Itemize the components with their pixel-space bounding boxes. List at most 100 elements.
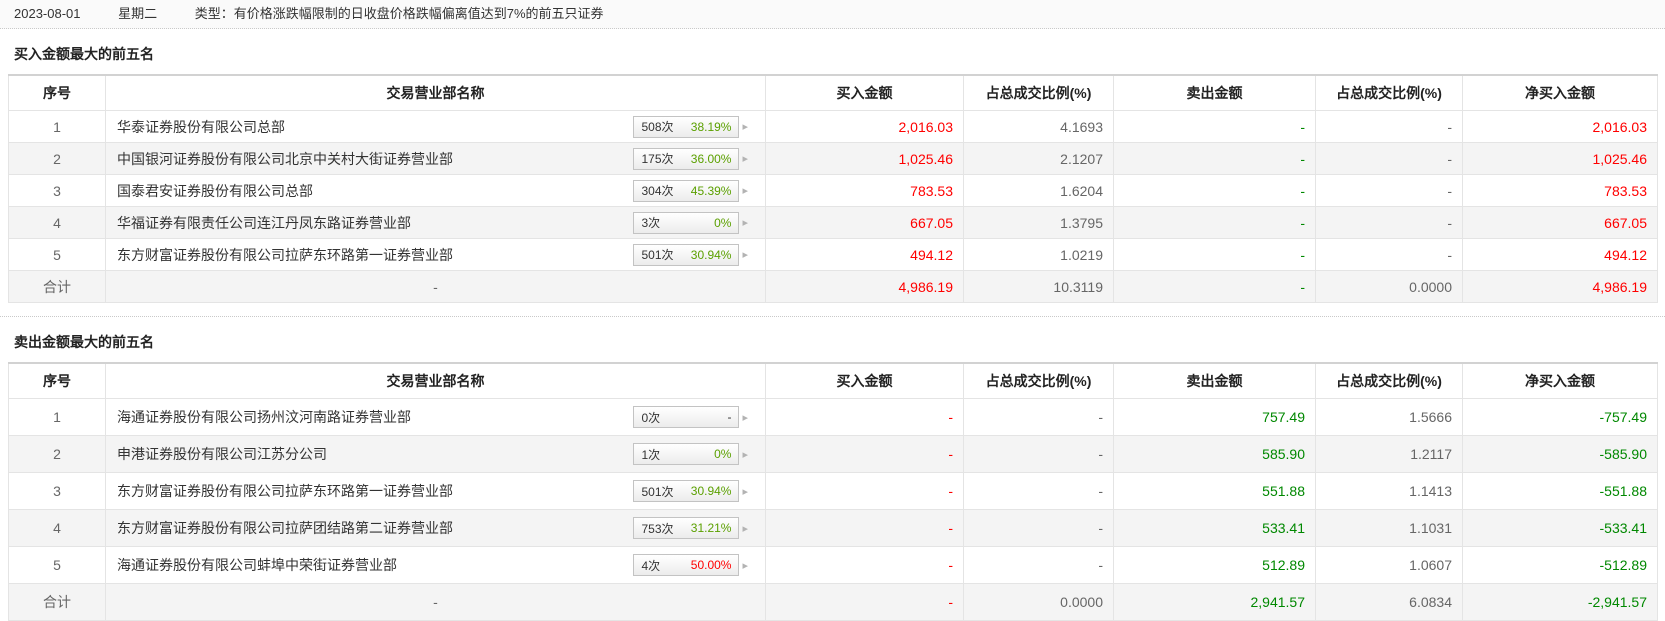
branch-name: 国泰君安证券股份有限公司总部 [117, 181, 313, 201]
branch-cell: 中国银河证券股份有限公司北京中关村大街证券营业部 175次36.00%▸ [106, 143, 766, 175]
buy-ratio-cell: 1.3795 [964, 207, 1114, 239]
trade-count-badge[interactable]: 508次38.19% [633, 116, 739, 138]
net-buy-cell: 494.12 [1463, 239, 1658, 271]
header-sell-amount: 卖出金额 [1114, 75, 1316, 111]
branch-cell: - [106, 271, 766, 303]
chevron-right-icon: ▸ [742, 248, 748, 261]
sell-amount-cell: 757.49 [1114, 399, 1316, 436]
net-buy-cell: 667.05 [1463, 207, 1658, 239]
lhb-page: 2023-08-01 星期二 类型：有价格涨跌幅限制的日收盘价格跌幅偏离值达到7… [0, 0, 1665, 621]
chevron-right-icon: ▸ [742, 152, 748, 165]
buy-top5-table: 序号 交易营业部名称 买入金额 占总成交比例(%) 卖出金额 占总成交比例(%)… [8, 74, 1658, 303]
sell-ratio-cell: 0.0000 [1316, 271, 1463, 303]
total-row: 合计 - 4,986.19 10.3119 - 0.0000 4,986.19 [9, 271, 1658, 303]
sell-amount-cell: 533.41 [1114, 510, 1316, 547]
header-sell-ratio: 占总成交比例(%) [1316, 363, 1463, 399]
sell-amount-cell: - [1114, 239, 1316, 271]
sell-ratio-cell: - [1316, 239, 1463, 271]
table-row: 3 东方财富证券股份有限公司拉萨东环路第一证券营业部 501次30.94%▸ -… [9, 473, 1658, 510]
branch-name: 东方财富证券股份有限公司拉萨团结路第二证券营业部 [117, 518, 453, 538]
sell-ratio-cell: - [1316, 175, 1463, 207]
trade-count-badge[interactable]: 3次0% [633, 212, 739, 234]
buy-amount-cell: - [766, 436, 964, 473]
chevron-right-icon: ▸ [742, 522, 748, 535]
table-row: 2 申港证券股份有限公司江苏分公司 1次0%▸ - - 585.90 1.211… [9, 436, 1658, 473]
header-sell-amount: 卖出金额 [1114, 363, 1316, 399]
table-row: 3 国泰君安证券股份有限公司总部 304次45.39%▸ 783.53 1.62… [9, 175, 1658, 207]
buy-ratio-cell: - [964, 473, 1114, 510]
list-type-label: 类型：有价格涨跌幅限制的日收盘价格跌幅偏离值达到7%的前五只证券 [195, 6, 604, 21]
total-label: 合计 [9, 584, 106, 621]
header-buy-amount: 买入金额 [766, 363, 964, 399]
rank-cell: 5 [9, 239, 106, 271]
branch-cell: 东方财富证券股份有限公司拉萨东环路第一证券营业部 501次30.94%▸ [106, 239, 766, 271]
trade-count-badge[interactable]: 501次30.94% [633, 244, 739, 266]
table-row: 2 中国银河证券股份有限公司北京中关村大街证券营业部 175次36.00%▸ 1… [9, 143, 1658, 175]
net-buy-cell: 4,986.19 [1463, 271, 1658, 303]
buy-amount-cell: 783.53 [766, 175, 964, 207]
buy-amount-cell: - [766, 473, 964, 510]
total-label: 合计 [9, 271, 106, 303]
sell-amount-cell: - [1114, 111, 1316, 143]
buy-amount-cell: 667.05 [766, 207, 964, 239]
chevron-right-icon: ▸ [742, 411, 748, 424]
sell-top5-table: 序号 交易营业部名称 买入金额 占总成交比例(%) 卖出金额 占总成交比例(%)… [8, 362, 1658, 621]
trade-count-badge[interactable]: 4次50.00% [633, 554, 739, 576]
sell-section-title: 卖出金额最大的前五名 [0, 317, 1665, 362]
header-net-buy: 净买入金额 [1463, 363, 1658, 399]
chevron-right-icon: ▸ [742, 184, 748, 197]
header-buy-ratio: 占总成交比例(%) [964, 363, 1114, 399]
rank-cell: 2 [9, 143, 106, 175]
sell-amount-cell: - [1114, 175, 1316, 207]
total-row: 合计 - - 0.0000 2,941.57 6.0834 -2,941.57 [9, 584, 1658, 621]
sell-ratio-cell: - [1316, 207, 1463, 239]
branch-cell: 海通证券股份有限公司扬州汶河南路证券营业部 0次-▸ [106, 399, 766, 436]
branch-cell: 华泰证券股份有限公司总部 508次38.19%▸ [106, 111, 766, 143]
buy-amount-cell: 1,025.46 [766, 143, 964, 175]
table-row: 5 东方财富证券股份有限公司拉萨东环路第一证券营业部 501次30.94%▸ 4… [9, 239, 1658, 271]
buy-amount-cell: - [766, 547, 964, 584]
branch-name: 东方财富证券股份有限公司拉萨东环路第一证券营业部 [117, 481, 453, 501]
chevron-right-icon: ▸ [742, 485, 748, 498]
buy-amount-cell: - [766, 510, 964, 547]
sell-amount-cell: 585.90 [1114, 436, 1316, 473]
header-branch-name: 交易营业部名称 [106, 363, 766, 399]
branch-name: 东方财富证券股份有限公司拉萨东环路第一证券营业部 [117, 245, 453, 265]
buy-amount-cell: - [766, 584, 964, 621]
buy-ratio-cell: - [964, 399, 1114, 436]
trade-count-badge[interactable]: 175次36.00% [633, 148, 739, 170]
buy-section-title: 买入金额最大的前五名 [0, 29, 1665, 74]
buy-ratio-cell: 10.3119 [964, 271, 1114, 303]
buy-ratio-cell: - [964, 436, 1114, 473]
buy-ratio-cell: 4.1693 [964, 111, 1114, 143]
buy-ratio-cell: - [964, 510, 1114, 547]
chevron-right-icon: ▸ [742, 120, 748, 133]
net-buy-cell: -512.89 [1463, 547, 1658, 584]
branch-name: 申港证券股份有限公司江苏分公司 [117, 444, 327, 464]
net-buy-cell: -533.41 [1463, 510, 1658, 547]
trade-date: 2023-08-01 [14, 6, 81, 21]
header-branch-name: 交易营业部名称 [106, 75, 766, 111]
rank-cell: 5 [9, 547, 106, 584]
header-buy-ratio: 占总成交比例(%) [964, 75, 1114, 111]
header-buy-amount: 买入金额 [766, 75, 964, 111]
trade-count-badge[interactable]: 304次45.39% [633, 180, 739, 202]
trade-count-badge[interactable]: 501次30.94% [633, 480, 739, 502]
branch-name: 海通证券股份有限公司扬州汶河南路证券营业部 [117, 407, 411, 427]
table-row: 5 海通证券股份有限公司蚌埠中荣街证券营业部 4次50.00%▸ - - 512… [9, 547, 1658, 584]
trade-count-badge[interactable]: 753次31.21% [633, 517, 739, 539]
header-net-buy: 净买入金额 [1463, 75, 1658, 111]
sell-amount-cell: - [1114, 143, 1316, 175]
branch-name: 海通证券股份有限公司蚌埠中荣街证券营业部 [117, 555, 397, 575]
trade-count-badge[interactable]: 1次0% [633, 443, 739, 465]
rank-cell: 3 [9, 473, 106, 510]
table-row: 1 海通证券股份有限公司扬州汶河南路证券营业部 0次-▸ - - 757.49 … [9, 399, 1658, 436]
rank-cell: 1 [9, 399, 106, 436]
table-row: 4 东方财富证券股份有限公司拉萨团结路第二证券营业部 753次31.21%▸ -… [9, 510, 1658, 547]
rank-cell: 1 [9, 111, 106, 143]
trade-count-badge[interactable]: 0次- [633, 406, 739, 428]
sell-amount-cell: - [1114, 207, 1316, 239]
table-header-row: 序号 交易营业部名称 买入金额 占总成交比例(%) 卖出金额 占总成交比例(%)… [9, 75, 1658, 111]
buy-ratio-cell: 1.6204 [964, 175, 1114, 207]
sell-amount-cell: 2,941.57 [1114, 584, 1316, 621]
